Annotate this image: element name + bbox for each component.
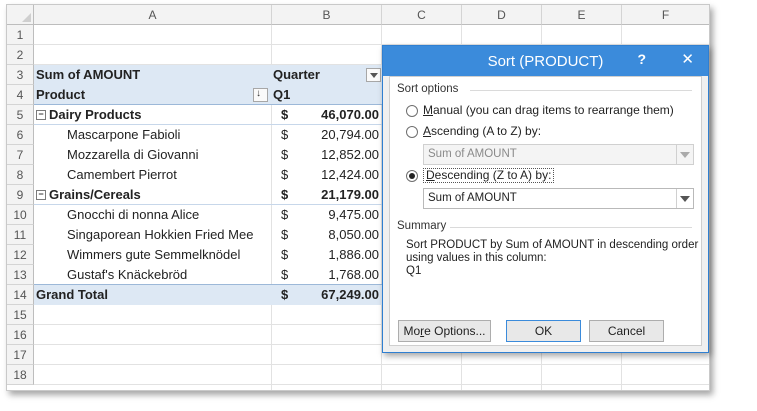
row-header[interactable]: 11 bbox=[7, 225, 34, 245]
dialog-title: Sort (PRODUCT) bbox=[487, 53, 604, 70]
pivot-item-label[interactable]: Mascarpone Fabioli bbox=[67, 125, 180, 145]
pivot-item-label[interactable]: Singaporean Hokkien Fried Mee bbox=[67, 225, 253, 245]
row-header[interactable]: 15 bbox=[7, 305, 34, 325]
summary-group-label: Summary bbox=[397, 220, 447, 232]
row-header[interactable]: 12 bbox=[7, 245, 34, 265]
pivot-item-value[interactable]: 1,768.00 bbox=[292, 265, 379, 285]
pivot-group-label[interactable]: − Grains/Cereals bbox=[36, 185, 141, 205]
sort-descending-icon: ↓ bbox=[256, 88, 261, 99]
row-header[interactable]: 4 bbox=[7, 85, 34, 105]
row-header[interactable]: 17 bbox=[7, 345, 34, 365]
grand-total-value[interactable]: 67,249.00 bbox=[292, 285, 379, 305]
row-header[interactable]: 7 bbox=[7, 145, 34, 165]
descending-radio-label[interactable]: Descending (Z to A) by: bbox=[423, 168, 555, 183]
pivot-item-value[interactable]: 9,475.00 bbox=[292, 205, 379, 225]
select-all-corner[interactable] bbox=[7, 5, 34, 25]
column-header-a[interactable]: A bbox=[34, 5, 272, 25]
grand-total-label[interactable]: Grand Total bbox=[36, 285, 108, 305]
sort-options-group-label: Sort options bbox=[397, 83, 459, 95]
gridline bbox=[34, 384, 709, 385]
pivot-group-value[interactable]: 21,179.00 bbox=[292, 185, 379, 205]
chevron-down-icon[interactable] bbox=[676, 189, 693, 208]
dialog-title-bar[interactable]: Sort (PRODUCT) ? ✕ bbox=[383, 46, 708, 76]
pivot-values-label[interactable]: Sum of AMOUNT bbox=[36, 65, 140, 85]
descending-by-select[interactable]: Sum of AMOUNT bbox=[423, 188, 694, 209]
currency-symbol: $ bbox=[281, 227, 289, 242]
currency-symbol: $ bbox=[281, 187, 289, 202]
ok-button[interactable]: OK bbox=[506, 320, 581, 342]
currency-symbol: $ bbox=[281, 147, 289, 162]
pivot-item-label[interactable]: Wimmers gute Semmelknödel bbox=[67, 245, 240, 265]
grand-total-currency: $ bbox=[281, 287, 289, 302]
collapse-icon[interactable]: − bbox=[36, 189, 46, 200]
row-header[interactable]: 13 bbox=[7, 265, 34, 285]
row-header[interactable]: 14 bbox=[7, 285, 34, 305]
row-header[interactable]: 1 bbox=[7, 25, 34, 45]
help-icon[interactable]: ? bbox=[637, 51, 646, 67]
currency-symbol: $ bbox=[281, 167, 289, 182]
column-header-c[interactable]: C bbox=[382, 5, 462, 25]
ascending-radio-label[interactable]: Ascending (A to Z) by: bbox=[423, 124, 541, 138]
product-sort-filter-button[interactable]: ↓ bbox=[253, 88, 268, 102]
pivot-column-field[interactable]: Quarter bbox=[273, 65, 320, 85]
sort-dialog: Sort (PRODUCT) ? ✕ Sort options Manual (… bbox=[382, 45, 709, 353]
row-header[interactable]: 8 bbox=[7, 165, 34, 185]
pivot-item-label[interactable]: Camembert Pierrot bbox=[67, 165, 177, 185]
cancel-button[interactable]: Cancel bbox=[589, 320, 664, 342]
pivot-item-value[interactable]: 1,886.00 bbox=[292, 245, 379, 265]
row-header[interactable]: 5 bbox=[7, 105, 34, 125]
row-header[interactable]: 2 bbox=[7, 45, 34, 65]
collapse-icon[interactable]: − bbox=[36, 109, 46, 120]
close-icon[interactable]: ✕ bbox=[681, 50, 694, 68]
currency-symbol: $ bbox=[281, 127, 289, 142]
pivot-group-label[interactable]: − Dairy Products bbox=[36, 105, 141, 125]
currency-symbol: $ bbox=[281, 267, 289, 282]
pivot-group-value[interactable]: 46,070.00 bbox=[292, 105, 379, 125]
pivot-item-value[interactable]: 12,852.00 bbox=[292, 145, 379, 165]
row-header[interactable]: 6 bbox=[7, 125, 34, 145]
column-header-f[interactable]: F bbox=[622, 5, 709, 25]
column-header-b[interactable]: B bbox=[272, 5, 382, 25]
pivot-column-value[interactable]: Q1 bbox=[273, 85, 290, 105]
pivot-item-value[interactable]: 12,424.00 bbox=[292, 165, 379, 185]
column-header-d[interactable]: D bbox=[462, 5, 542, 25]
manual-radio-label[interactable]: Manual (you can drag items to rearrange … bbox=[423, 103, 674, 117]
gridline bbox=[34, 364, 709, 365]
row-header[interactable]: 16 bbox=[7, 325, 34, 345]
ascending-by-select: Sum of AMOUNT bbox=[423, 144, 694, 165]
quarter-filter-dropdown[interactable] bbox=[366, 68, 381, 82]
manual-radio[interactable] bbox=[406, 105, 418, 117]
row-header[interactable]: 3 bbox=[7, 65, 34, 85]
more-options-button[interactable]: More Options... bbox=[398, 320, 491, 342]
descending-radio[interactable] bbox=[406, 170, 418, 182]
pivot-item-value[interactable]: 8,050.00 bbox=[292, 225, 379, 245]
ascending-radio[interactable] bbox=[406, 126, 418, 138]
currency-symbol: $ bbox=[281, 207, 289, 222]
group-divider bbox=[450, 227, 692, 228]
currency-symbol: $ bbox=[281, 107, 289, 122]
pivot-row-field[interactable]: Product bbox=[36, 85, 85, 105]
pivot-item-label[interactable]: Mozzarella di Giovanni bbox=[67, 145, 199, 165]
row-header[interactable]: 9 bbox=[7, 185, 34, 205]
row-header[interactable]: 18 bbox=[7, 365, 34, 385]
pivot-item-value[interactable]: 20,794.00 bbox=[292, 125, 379, 145]
column-header-e[interactable]: E bbox=[542, 5, 622, 25]
chevron-down-icon bbox=[676, 145, 693, 164]
pivot-item-label[interactable]: Gustaf's Knäckebröd bbox=[67, 265, 187, 285]
summary-text: Sort PRODUCT by Sum of AMOUNT in descend… bbox=[406, 239, 699, 277]
currency-symbol: $ bbox=[281, 247, 289, 262]
pivot-item-label[interactable]: Gnocchi di nonna Alice bbox=[67, 205, 199, 225]
row-header[interactable]: 10 bbox=[7, 205, 34, 225]
dialog-body: Sort options Manual (you can drag items … bbox=[389, 76, 702, 346]
group-divider bbox=[470, 90, 692, 91]
